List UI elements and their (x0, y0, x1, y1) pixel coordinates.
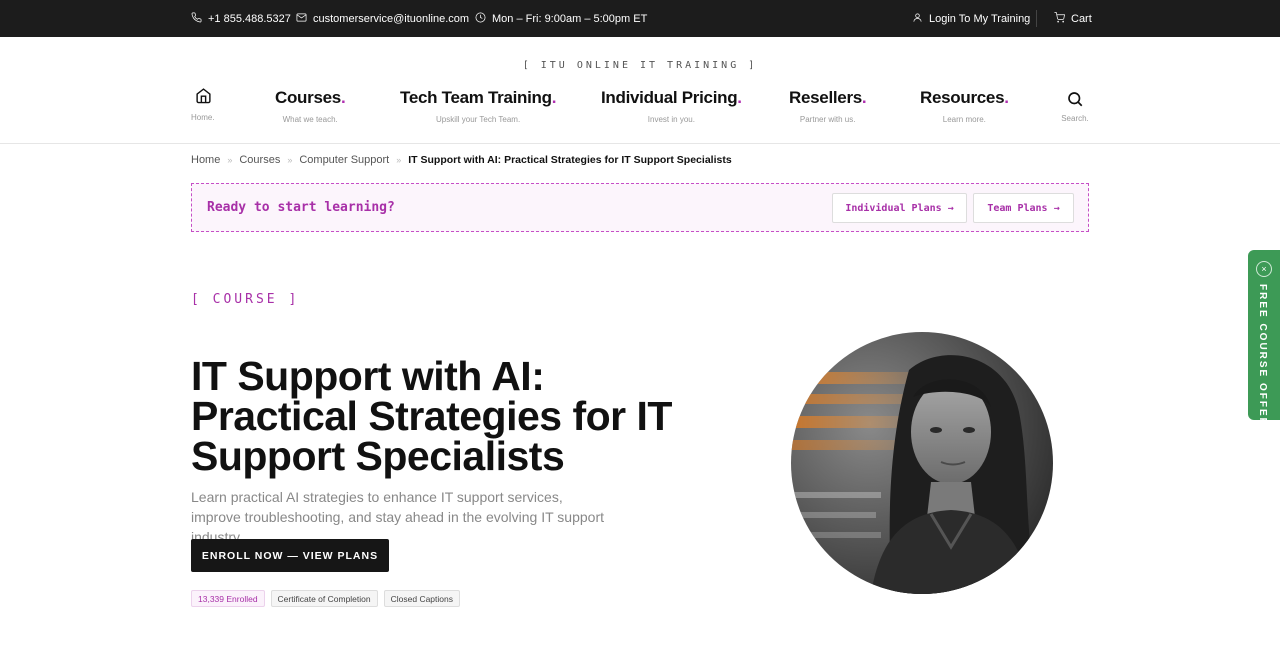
business-hours: Mon – Fri: 9:00am – 5:00pm ET (475, 0, 647, 37)
nav-home[interactable]: Home. (191, 87, 215, 122)
header-divider (0, 143, 1280, 144)
nav-home-label: Home. (191, 113, 215, 122)
nav-resellers[interactable]: Resellers. Partner with us. (789, 88, 867, 124)
course-tag: [ COURSE ] (191, 292, 300, 307)
clock-icon (475, 12, 486, 26)
nav-resources-title: Resources. (920, 88, 1009, 107)
cart-link[interactable]: Cart (1054, 0, 1092, 37)
nav-resellers-sub: Partner with us. (799, 115, 856, 124)
phone-icon (191, 12, 202, 26)
nav-courses-title: Courses. (275, 88, 346, 107)
nav-resellers-title: Resellers. (789, 88, 867, 107)
cart-label: Cart (1071, 12, 1092, 25)
course-description: Learn practical AI strategies to enhance… (191, 489, 604, 545)
nav-resources[interactable]: Resources. Learn more. (920, 88, 1009, 124)
breadcrumb-courses[interactable]: Courses (239, 154, 280, 166)
course-title: IT Support with AI: Practical Strategies… (191, 353, 672, 479)
search-icon (1066, 92, 1084, 112)
mail-icon (296, 12, 307, 26)
email-address: customerservice@ituonline.com (313, 12, 470, 25)
close-icon[interactable]: × (1256, 261, 1272, 277)
breadcrumb-separator: » (396, 155, 402, 165)
breadcrumb-separator: » (287, 155, 293, 165)
login-label: Login To My Training (929, 12, 1031, 25)
individual-plans-button[interactable]: Individual Plans → (832, 193, 967, 223)
nav-courses-sub: What we teach. (282, 115, 338, 124)
breadcrumb-current: IT Support with AI: Practical Strategies… (408, 154, 732, 166)
top-bar: +1 855.488.5327 customerservice@ituonlin… (0, 0, 1280, 37)
breadcrumb-home[interactable]: Home (191, 154, 220, 166)
course-badges: 13,339 Enrolled Certificate of Completio… (191, 590, 460, 607)
certificate-badge: Certificate of Completion (270, 590, 378, 607)
breadcrumb-computer-support[interactable]: Computer Support (299, 154, 389, 166)
hero-portrait-image (791, 332, 1053, 594)
breadcrumb-separator: » (227, 155, 233, 165)
nav-individual-pricing-title: Individual Pricing. (601, 88, 742, 107)
hours-text: Mon – Fri: 9:00am – 5:00pm ET (492, 12, 648, 25)
user-icon (912, 12, 923, 26)
home-icon (195, 88, 212, 108)
nav-individual-pricing[interactable]: Individual Pricing. Invest in you. (601, 88, 742, 124)
breadcrumb: Home » Courses » Computer Support » IT S… (191, 154, 732, 166)
captions-badge: Closed Captions (383, 590, 460, 607)
phone-number: +1 855.488.5327 (208, 12, 291, 25)
login-link[interactable]: Login To My Training (912, 0, 1030, 37)
site-kicker: [ ITU ONLINE IT TRAINING ] (522, 60, 758, 71)
nav-tech-team-training-title: Tech Team Training. (400, 88, 557, 107)
email-link[interactable]: customerservice@ituonline.com (296, 0, 469, 37)
nav-courses[interactable]: Courses. What we teach. (275, 88, 346, 124)
nav-search-label: Search. (1061, 114, 1089, 123)
learning-banner: Ready to start learning? Individual Plan… (191, 183, 1089, 232)
free-course-offers-label: FREE COURSE OFFERS (1257, 284, 1268, 436)
banner-prompt: Ready to start learning? (207, 200, 395, 215)
enroll-button[interactable]: ENROLL NOW — VIEW PLANS (191, 539, 389, 572)
nav-resources-sub: Learn more. (942, 115, 986, 124)
nav-search[interactable]: Search. (1058, 90, 1092, 123)
topbar-divider (1036, 10, 1037, 27)
enrolled-badge: 13,339 Enrolled (191, 590, 265, 607)
nav-tech-team-training[interactable]: Tech Team Training. Upskill your Tech Te… (400, 88, 557, 124)
cart-icon (1054, 11, 1065, 26)
nav-individual-pricing-sub: Invest in you. (647, 115, 695, 124)
free-course-offers-tab[interactable]: × FREE COURSE OFFERS (1248, 250, 1280, 436)
phone-link[interactable]: +1 855.488.5327 (191, 0, 291, 37)
nav-tech-team-training-sub: Upskill your Tech Team. (435, 115, 521, 124)
team-plans-button[interactable]: Team Plans → (973, 193, 1074, 223)
